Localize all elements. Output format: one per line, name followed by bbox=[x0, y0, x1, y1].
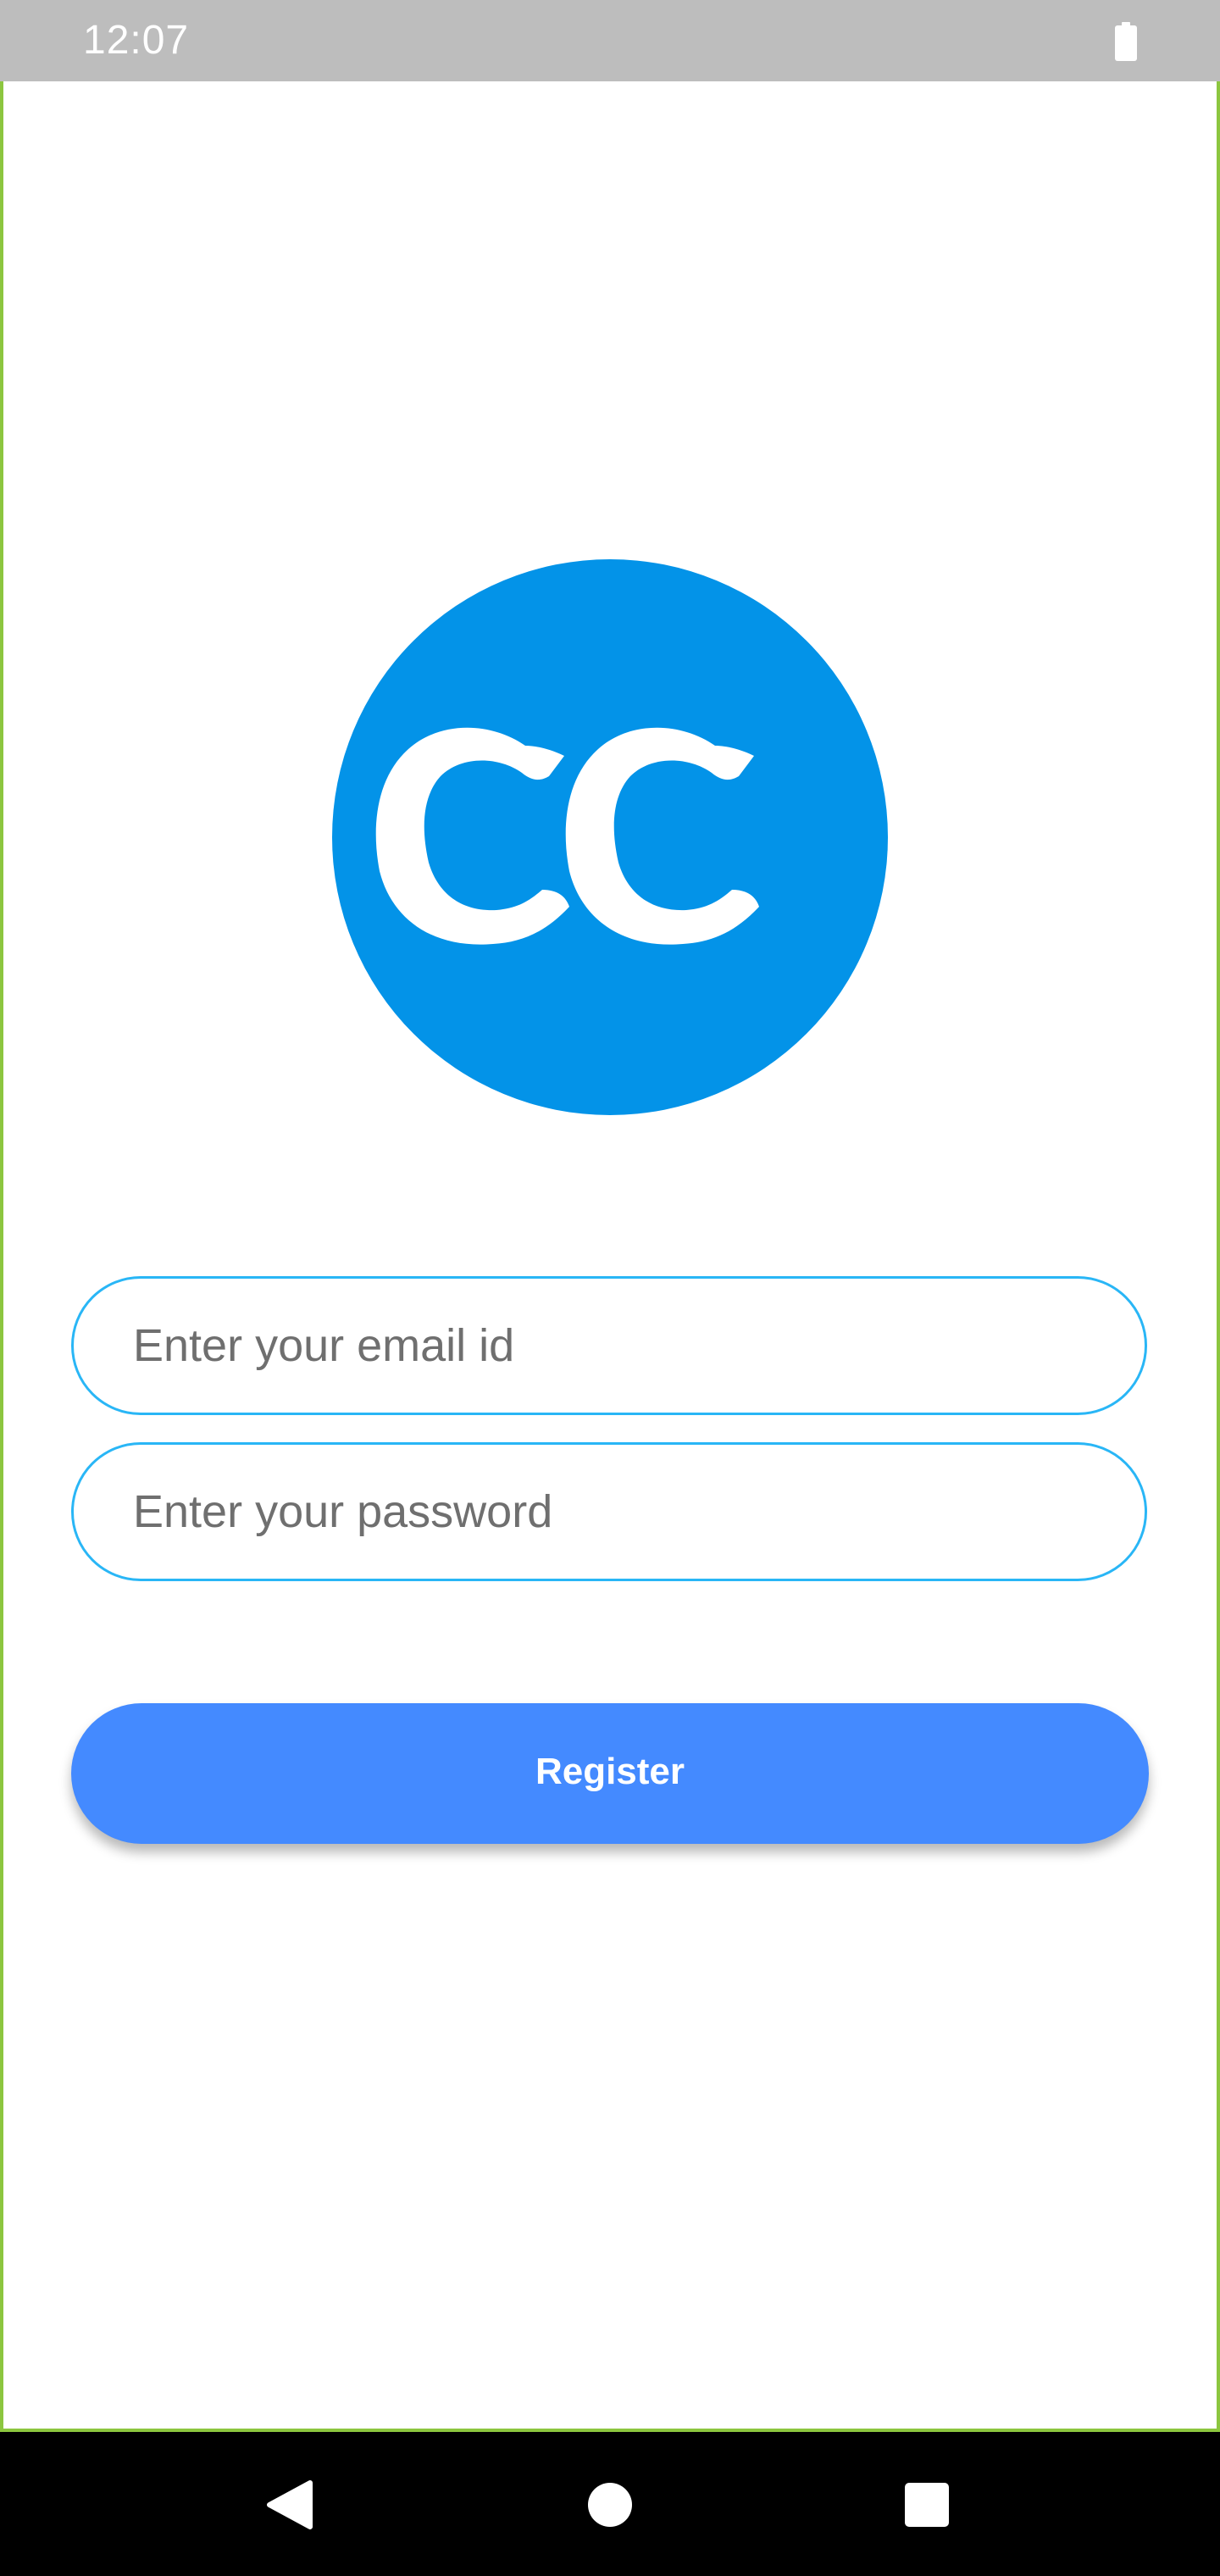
home-icon[interactable] bbox=[588, 2483, 632, 2527]
battery-icon bbox=[1115, 22, 1137, 61]
back-icon[interactable] bbox=[264, 2479, 313, 2530]
status-bar: 12:07 bbox=[0, 0, 1220, 81]
app-frame bbox=[0, 0, 1220, 2432]
email-field[interactable]: Enter your email id bbox=[71, 1276, 1147, 1415]
register-button[interactable]: Register bbox=[71, 1703, 1149, 1844]
password-placeholder: Enter your password bbox=[133, 1486, 553, 1537]
email-placeholder: Enter your email id bbox=[133, 1320, 515, 1371]
status-time: 12:07 bbox=[83, 18, 190, 63]
app-logo bbox=[332, 559, 888, 1115]
recents-icon[interactable] bbox=[905, 2483, 949, 2527]
password-field[interactable]: Enter your password bbox=[71, 1442, 1147, 1581]
register-button-label: Register bbox=[535, 1751, 685, 1792]
